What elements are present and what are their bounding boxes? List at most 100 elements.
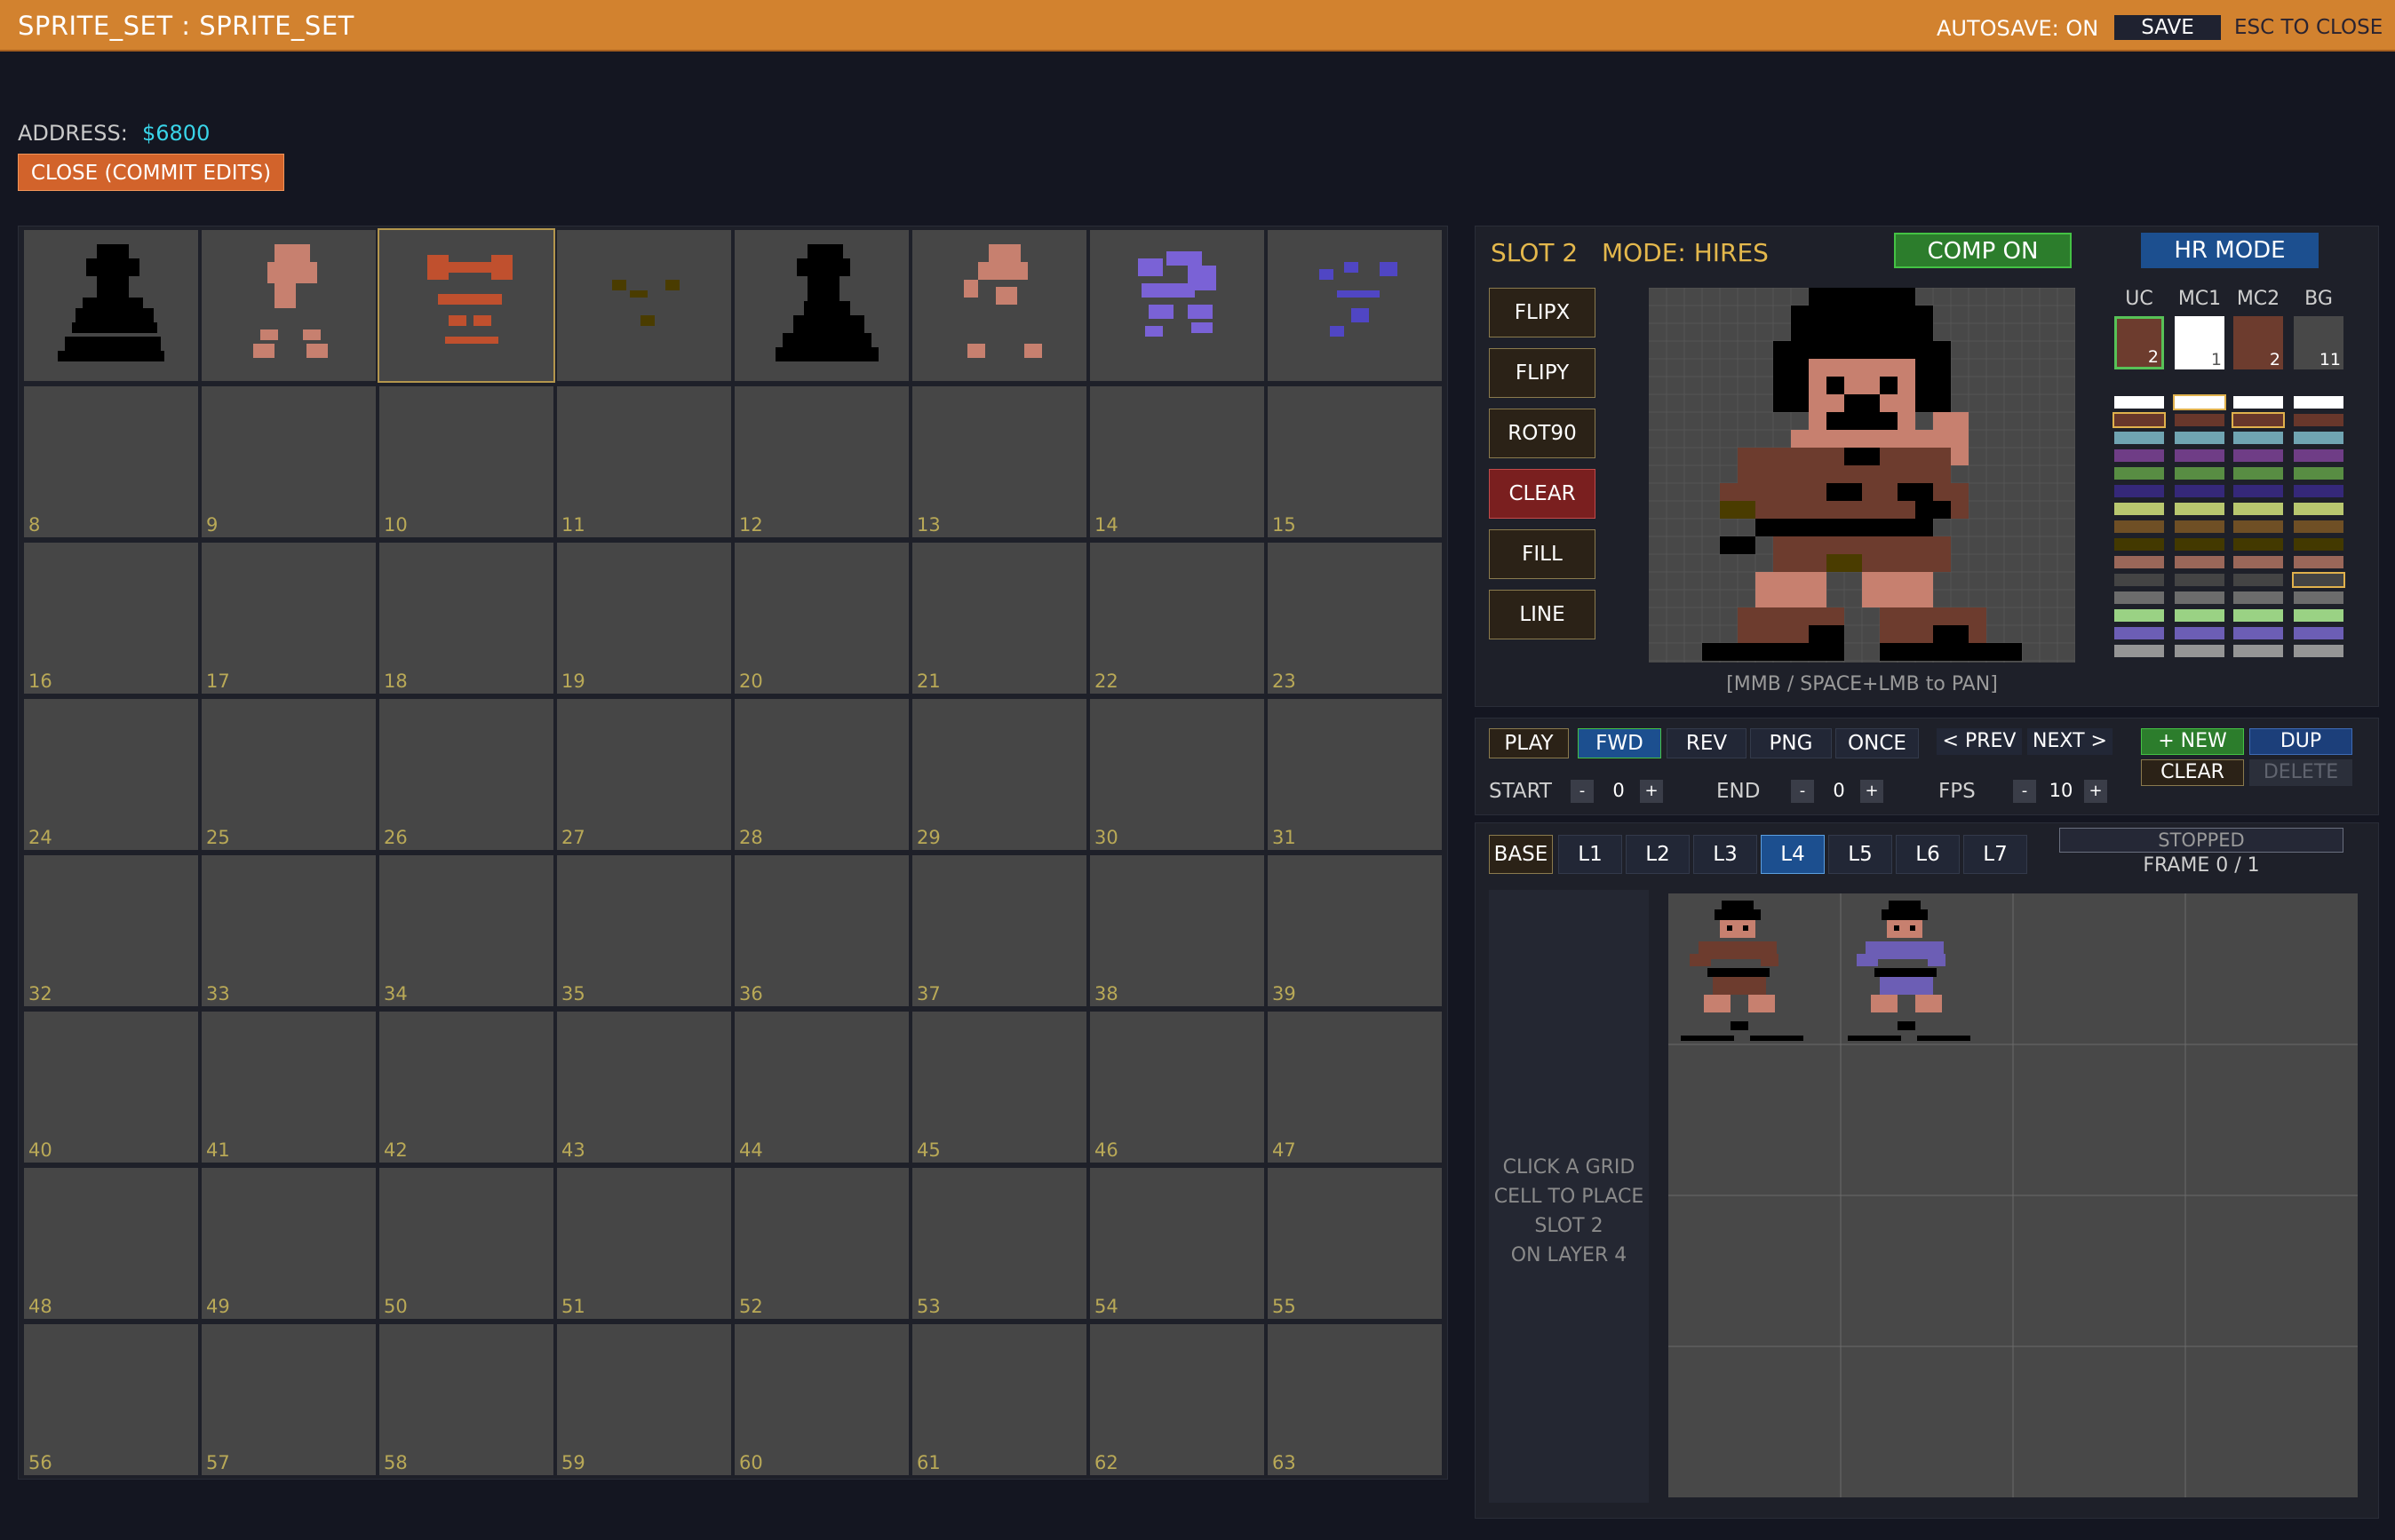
flipx-button[interactable]: FLIPX [1489, 288, 1595, 337]
palette-swatch[interactable] [2294, 485, 2343, 497]
hr-mode-button[interactable]: HR MODE [2141, 233, 2319, 268]
sprite-slot-4[interactable] [735, 230, 909, 381]
next-frame-button[interactable]: NEXT > [2027, 728, 2113, 755]
sprite-slot-18[interactable]: 18 [379, 543, 553, 694]
sprite-slot-43[interactable]: 43 [557, 1012, 731, 1163]
palette-swatch[interactable] [2114, 609, 2164, 622]
end-decrement[interactable]: - [1791, 780, 1814, 803]
sprite-slot-63[interactable]: 63 [1268, 1324, 1442, 1475]
palette-swatch[interactable] [2233, 556, 2283, 568]
palette-swatch[interactable] [2233, 538, 2283, 551]
sprite-slot-13[interactable]: 13 [912, 386, 1086, 537]
palette-swatch[interactable] [2294, 467, 2343, 480]
sprite-slot-37[interactable]: 37 [912, 855, 1086, 1006]
sprite-slot-45[interactable]: 45 [912, 1012, 1086, 1163]
sprite-slot-23[interactable]: 23 [1268, 543, 1442, 694]
palette-swatch[interactable] [2175, 485, 2224, 497]
palette-swatch[interactable] [2233, 449, 2283, 462]
palette-swatch[interactable] [2233, 485, 2283, 497]
sprite-slot-7[interactable] [1268, 230, 1442, 381]
dup-frame-button[interactable]: DUP [2249, 728, 2352, 755]
sprite-slot-46[interactable]: 46 [1090, 1012, 1264, 1163]
sprite-slot-1[interactable] [202, 230, 376, 381]
sprite-slot-55[interactable]: 55 [1268, 1168, 1442, 1319]
prev-frame-button[interactable]: < PREV [1937, 728, 2022, 755]
palette-swatch[interactable] [2114, 449, 2164, 462]
sprite-slot-59[interactable]: 59 [557, 1324, 731, 1475]
close-commit-button[interactable]: CLOSE (COMMIT EDITS) [18, 154, 284, 191]
palette-swatch[interactable] [2114, 627, 2164, 639]
palette-swatch[interactable] [2175, 414, 2224, 426]
png-button[interactable]: PNG [1750, 728, 1832, 758]
palette-swatch[interactable] [2175, 520, 2224, 533]
palette-swatch[interactable] [2294, 449, 2343, 462]
sprite-slot-47[interactable]: 47 [1268, 1012, 1442, 1163]
palette-swatch[interactable] [2233, 396, 2283, 409]
layer-placement-grid[interactable] [1668, 893, 2358, 1497]
palette-swatch[interactable] [2292, 572, 2345, 588]
palette-swatch[interactable] [2114, 520, 2164, 533]
sprite-slot-6[interactable] [1090, 230, 1264, 381]
uc-color-box[interactable]: 2 [2114, 316, 2164, 369]
bg-color-box[interactable]: 11 [2294, 316, 2343, 369]
sprite-slot-15[interactable]: 15 [1268, 386, 1442, 537]
sprite-slot-20[interactable]: 20 [735, 543, 909, 694]
sprite-slot-40[interactable]: 40 [24, 1012, 198, 1163]
palette-swatch[interactable] [2294, 538, 2343, 551]
sprite-slot-33[interactable]: 33 [202, 855, 376, 1006]
sprite-slot-17[interactable]: 17 [202, 543, 376, 694]
palette-swatch[interactable] [2175, 449, 2224, 462]
rev-button[interactable]: REV [1667, 728, 1747, 758]
sprite-slot-27[interactable]: 27 [557, 699, 731, 850]
flipy-button[interactable]: FLIPY [1489, 348, 1595, 398]
sprite-slot-29[interactable]: 29 [912, 699, 1086, 850]
palette-swatch[interactable] [2294, 591, 2343, 604]
palette-swatch[interactable] [2114, 574, 2164, 586]
layer-l1-button[interactable]: L1 [1558, 835, 1622, 874]
sprite-slot-2[interactable] [378, 228, 555, 383]
sprite-slot-57[interactable]: 57 [202, 1324, 376, 1475]
palette-swatch[interactable] [2114, 432, 2164, 444]
sprite-slot-8[interactable]: 8 [24, 386, 198, 537]
sprite-slot-12[interactable]: 12 [735, 386, 909, 537]
palette-swatch[interactable] [2294, 520, 2343, 533]
layer-l6-button[interactable]: L6 [1896, 835, 1960, 874]
sprite-slot-62[interactable]: 62 [1090, 1324, 1264, 1475]
layer-l4-button[interactable]: L4 [1761, 835, 1825, 874]
start-decrement[interactable]: - [1571, 780, 1594, 803]
palette-swatch[interactable] [2232, 412, 2285, 428]
palette-swatch[interactable] [2175, 556, 2224, 568]
palette-swatch[interactable] [2294, 396, 2343, 409]
end-increment[interactable]: + [1860, 780, 1883, 803]
palette-swatch[interactable] [2173, 394, 2226, 410]
palette-swatch[interactable] [2114, 485, 2164, 497]
sprite-slot-50[interactable]: 50 [379, 1168, 553, 1319]
palette-swatch[interactable] [2233, 467, 2283, 480]
sprite-slot-36[interactable]: 36 [735, 855, 909, 1006]
sprite-slot-11[interactable]: 11 [557, 386, 731, 537]
palette-swatch[interactable] [2294, 627, 2343, 639]
sprite-slot-34[interactable]: 34 [379, 855, 553, 1006]
sprite-slot-0[interactable] [24, 230, 198, 381]
palette-swatch[interactable] [2113, 412, 2166, 428]
sprite-slot-9[interactable]: 9 [202, 386, 376, 537]
palette-swatch[interactable] [2233, 520, 2283, 533]
palette-swatch[interactable] [2175, 609, 2224, 622]
palette-swatch[interactable] [2233, 645, 2283, 657]
palette-swatch[interactable] [2175, 591, 2224, 604]
palette-swatch[interactable] [2294, 645, 2343, 657]
palette-swatch[interactable] [2114, 503, 2164, 515]
comp-toggle-button[interactable]: COMP ON [1894, 233, 2072, 268]
palette-swatch[interactable] [2114, 645, 2164, 657]
esc-to-close-hint[interactable]: ESC TO CLOSE [2234, 16, 2383, 39]
palette-swatch[interactable] [2114, 591, 2164, 604]
palette-swatch[interactable] [2114, 538, 2164, 551]
layer-base-button[interactable]: BASE [1489, 835, 1553, 874]
sprite-slot-51[interactable]: 51 [557, 1168, 731, 1319]
sprite-slot-42[interactable]: 42 [379, 1012, 553, 1163]
sprite-slot-31[interactable]: 31 [1268, 699, 1442, 850]
palette-swatch[interactable] [2114, 396, 2164, 409]
mc1-color-box[interactable]: 1 [2175, 316, 2224, 369]
palette-swatch[interactable] [2294, 556, 2343, 568]
clear-frame-button[interactable]: CLEAR [2141, 759, 2244, 786]
